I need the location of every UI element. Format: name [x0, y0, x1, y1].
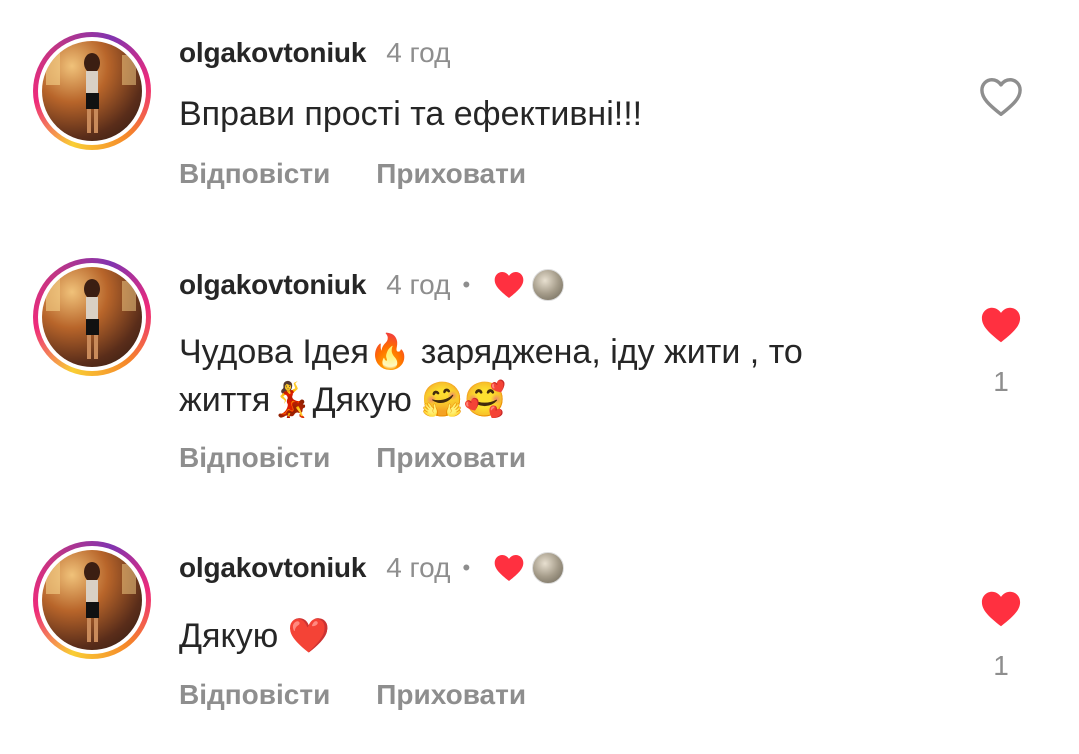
like-count: 1 [993, 366, 1009, 397]
creator-heart-icon [494, 272, 524, 298]
comment-meta: olgakovtoniuk 4 год • [179, 269, 565, 301]
timestamp: 4 год [386, 269, 451, 300]
username[interactable]: olgakovtoniuk [179, 269, 366, 301]
heart-filled-icon [981, 591, 1021, 627]
creator-avatar [532, 552, 565, 584]
comment-meta: olgakovtoniuk 4 год [179, 37, 451, 69]
heart-outline-icon [980, 78, 1022, 117]
username[interactable]: olgakovtoniuk [179, 37, 366, 69]
comment-actions: Відповісти Приховати [179, 442, 526, 474]
avatar[interactable] [33, 258, 151, 376]
hide-button[interactable]: Приховати [376, 442, 526, 474]
creator-avatar [532, 269, 565, 301]
hide-button[interactable]: Приховати [376, 679, 526, 711]
comment-text: Дякую ❤️ [179, 617, 330, 655]
creator-heart-icon [494, 555, 524, 581]
comment-text-line: Чудова Ідея🔥 заряджена, іду жити , то [179, 333, 803, 371]
timestamp: 4 год [386, 552, 451, 583]
timestamp: 4 год [386, 37, 451, 68]
hide-button[interactable]: Приховати [376, 158, 526, 190]
comment-text: Вправи прості та ефективні!!! [179, 95, 643, 133]
comment-meta: olgakovtoniuk 4 год • [179, 552, 565, 584]
reply-button[interactable]: Відповісти [179, 679, 330, 711]
meta-separator: • [462, 272, 471, 297]
like-button[interactable] [979, 77, 1023, 117]
heart-filled-icon [981, 307, 1021, 343]
like-button[interactable] [979, 305, 1023, 345]
profile-photo [42, 267, 142, 367]
profile-photo [42, 550, 142, 650]
like-button[interactable] [979, 589, 1023, 629]
avatar[interactable] [33, 541, 151, 659]
username[interactable]: olgakovtoniuk [179, 552, 366, 584]
comment-actions: Відповісти Приховати [179, 679, 526, 711]
reply-button[interactable]: Відповісти [179, 442, 330, 474]
profile-photo [42, 41, 142, 141]
comment-text-line: життя💃Дякую 🤗🥰 [179, 381, 506, 419]
avatar[interactable] [33, 32, 151, 150]
comment-text: Чудова Ідея🔥 заряджена, іду жити , то жи… [179, 328, 919, 424]
meta-separator: • [462, 555, 471, 580]
comment-actions: Відповісти Приховати [179, 158, 526, 190]
reply-button[interactable]: Відповісти [179, 158, 330, 190]
like-count: 1 [993, 650, 1009, 681]
